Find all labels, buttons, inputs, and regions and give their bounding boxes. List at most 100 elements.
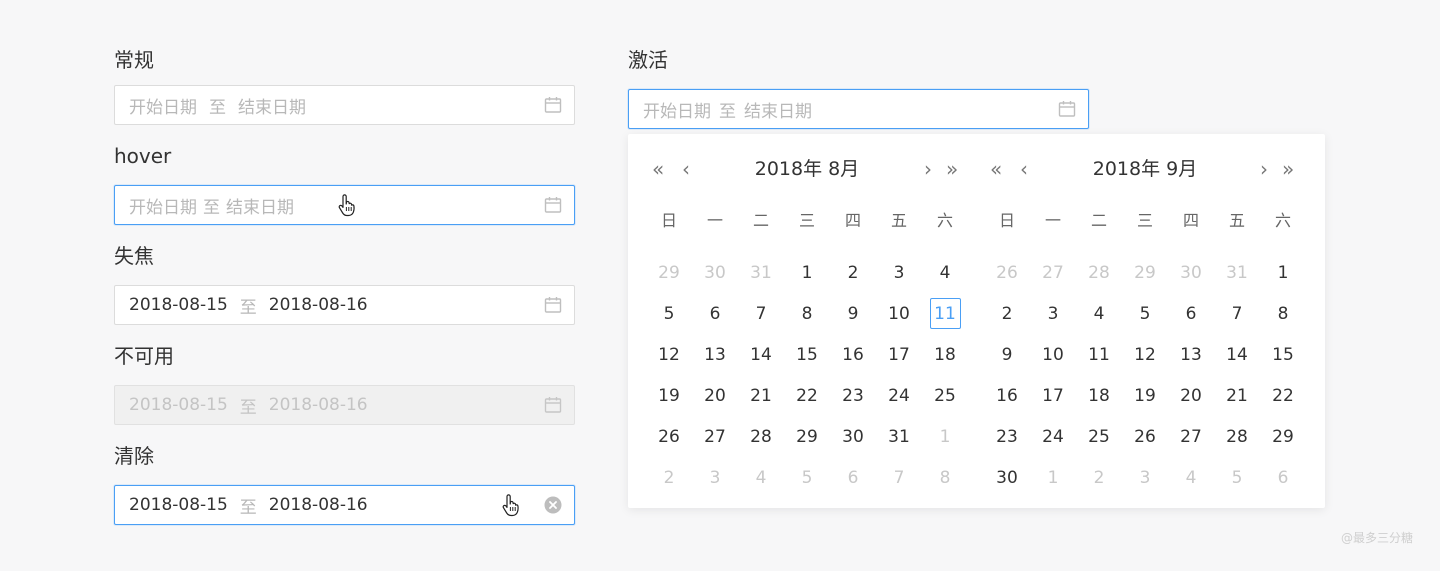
calendar-day[interactable]: 17 (1030, 375, 1076, 416)
calendar-day[interactable]: 4 (738, 457, 784, 498)
calendar-day[interactable]: 2 (646, 457, 692, 498)
calendar-day[interactable]: 12 (1122, 334, 1168, 375)
end-date-value[interactable]: 2018-08-16 (269, 495, 368, 515)
calendar-day[interactable]: 30 (1168, 252, 1214, 293)
calendar-day[interactable]: 3 (1030, 293, 1076, 334)
calendar-day[interactable]: 27 (692, 416, 738, 457)
end-date-placeholder[interactable]: 结束日期 (744, 97, 812, 122)
calendar-day[interactable]: 29 (784, 416, 830, 457)
clear-icon[interactable] (544, 496, 562, 514)
end-date-placeholder[interactable]: 结束日期 (226, 193, 294, 218)
calendar-day[interactable]: 16 (984, 375, 1030, 416)
calendar-day[interactable]: 5 (646, 293, 692, 334)
calendar-day[interactable]: 28 (1214, 416, 1260, 457)
calendar-day[interactable]: 3 (1122, 457, 1168, 498)
calendar-day[interactable]: 2 (830, 252, 876, 293)
calendar-day[interactable]: 8 (784, 293, 830, 334)
start-date-placeholder[interactable]: 开始日期 (129, 193, 197, 218)
calendar-day[interactable]: 26 (1122, 416, 1168, 457)
next-year-icon[interactable]: » (946, 154, 958, 184)
calendar-day[interactable]: 18 (1076, 375, 1122, 416)
calendar-day[interactable]: 20 (1168, 375, 1214, 416)
calendar-day[interactable]: 6 (1168, 293, 1214, 334)
calendar-day[interactable]: 15 (1260, 334, 1306, 375)
calendar-day[interactable]: 14 (1214, 334, 1260, 375)
calendar-day[interactable]: 20 (692, 375, 738, 416)
calendar-day[interactable]: 7 (1214, 293, 1260, 334)
calendar-day[interactable]: 30 (692, 252, 738, 293)
calendar-day[interactable]: 6 (830, 457, 876, 498)
calendar-day[interactable]: 4 (1168, 457, 1214, 498)
calendar-day[interactable]: 14 (738, 334, 784, 375)
calendar-day[interactable]: 6 (692, 293, 738, 334)
calendar-day[interactable]: 25 (922, 375, 968, 416)
next-year-icon[interactable]: » (1282, 154, 1294, 184)
calendar-day[interactable]: 24 (1030, 416, 1076, 457)
calendar-day[interactable]: 30 (830, 416, 876, 457)
start-date-placeholder[interactable]: 开始日期 (643, 97, 711, 122)
next-month-icon[interactable]: › (1260, 154, 1268, 184)
start-date-value[interactable]: 2018-08-15 (129, 495, 228, 515)
calendar-day[interactable]: 31 (876, 416, 922, 457)
calendar-day[interactable]: 29 (1260, 416, 1306, 457)
calendar-day[interactable]: 15 (784, 334, 830, 375)
calendar-day[interactable]: 23 (984, 416, 1030, 457)
calendar-day[interactable]: 19 (1122, 375, 1168, 416)
calendar-day[interactable]: 28 (1076, 252, 1122, 293)
calendar-day[interactable]: 21 (1214, 375, 1260, 416)
calendar-day[interactable]: 26 (984, 252, 1030, 293)
calendar-day[interactable]: 28 (738, 416, 784, 457)
calendar-day[interactable]: 21 (738, 375, 784, 416)
start-date-placeholder[interactable]: 开始日期 (129, 93, 197, 118)
calendar-day[interactable]: 22 (1260, 375, 1306, 416)
calendar-day[interactable]: 31 (1214, 252, 1260, 293)
calendar-day[interactable]: 9 (984, 334, 1030, 375)
calendar-day[interactable]: 10 (1030, 334, 1076, 375)
calendar-day[interactable]: 13 (1168, 334, 1214, 375)
calendar-day[interactable]: 10 (876, 293, 922, 334)
calendar-day[interactable]: 19 (646, 375, 692, 416)
calendar-day[interactable]: 29 (646, 252, 692, 293)
calendar-day[interactable]: 6 (1260, 457, 1306, 498)
end-date-placeholder[interactable]: 结束日期 (238, 93, 306, 118)
date-range-blur[interactable]: 2018-08-15 至 2018-08-16 (114, 285, 575, 325)
calendar-day-today[interactable]: 11 (922, 293, 968, 334)
calendar-day[interactable]: 2 (1076, 457, 1122, 498)
calendar-day[interactable]: 13 (692, 334, 738, 375)
calendar-day[interactable]: 4 (922, 252, 968, 293)
calendar-day[interactable]: 3 (692, 457, 738, 498)
calendar-day[interactable]: 5 (1122, 293, 1168, 334)
calendar-day[interactable]: 25 (1076, 416, 1122, 457)
calendar-day[interactable]: 2 (984, 293, 1030, 334)
calendar-day[interactable]: 27 (1168, 416, 1214, 457)
calendar-day[interactable]: 27 (1030, 252, 1076, 293)
calendar-day[interactable]: 8 (1260, 293, 1306, 334)
calendar-day[interactable]: 12 (646, 334, 692, 375)
calendar-day[interactable]: 3 (876, 252, 922, 293)
calendar-day[interactable]: 29 (1122, 252, 1168, 293)
end-date-value[interactable]: 2018-08-16 (269, 295, 368, 315)
calendar-day[interactable]: 16 (830, 334, 876, 375)
calendar-day[interactable]: 24 (876, 375, 922, 416)
calendar-day[interactable]: 8 (922, 457, 968, 498)
start-date-value[interactable]: 2018-08-15 (129, 295, 228, 315)
calendar-day[interactable]: 11 (1076, 334, 1122, 375)
calendar-day[interactable]: 17 (876, 334, 922, 375)
date-range-normal[interactable]: 开始日期 至 结束日期 (114, 85, 575, 125)
calendar-day[interactable]: 5 (784, 457, 830, 498)
calendar-day[interactable]: 9 (830, 293, 876, 334)
calendar-day[interactable]: 1 (1260, 252, 1306, 293)
next-month-icon[interactable]: › (924, 154, 932, 184)
calendar-day[interactable]: 26 (646, 416, 692, 457)
calendar-day[interactable]: 18 (922, 334, 968, 375)
calendar-day[interactable]: 1 (784, 252, 830, 293)
calendar-day[interactable]: 1 (922, 416, 968, 457)
calendar-day[interactable]: 23 (830, 375, 876, 416)
calendar-day[interactable]: 22 (784, 375, 830, 416)
calendar-day[interactable]: 4 (1076, 293, 1122, 334)
calendar-day[interactable]: 31 (738, 252, 784, 293)
calendar-day[interactable]: 5 (1214, 457, 1260, 498)
calendar-day[interactable]: 7 (876, 457, 922, 498)
date-range-active[interactable]: 开始日期 至 结束日期 (628, 89, 1089, 129)
calendar-day[interactable]: 30 (984, 457, 1030, 498)
